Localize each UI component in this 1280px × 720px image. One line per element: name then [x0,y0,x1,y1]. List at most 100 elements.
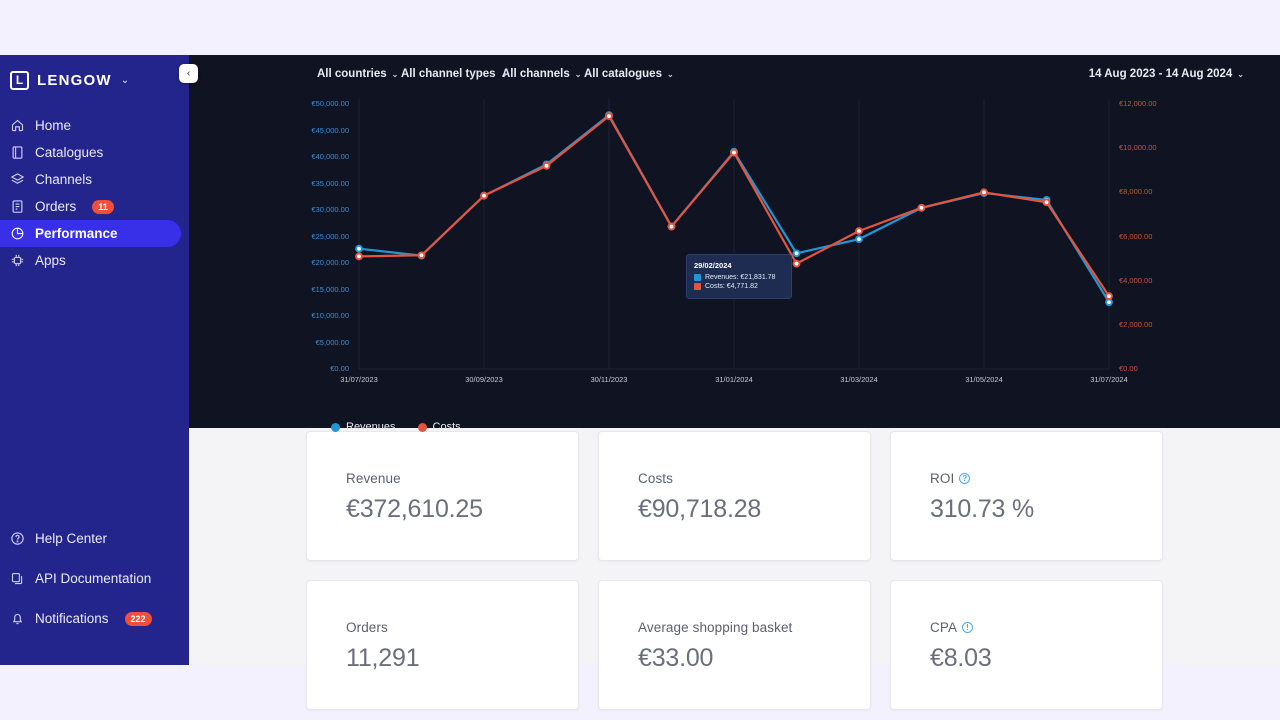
chevron-down-icon[interactable]: ⌄ [121,75,129,86]
y-axis-right-tick: €6,000.00 [1119,231,1153,241]
tooltip-costs-label: Costs: €4,771.82 [705,283,758,290]
legend-swatch-revenues [331,422,340,432]
filter-label: 14 Aug 2023 - 14 Aug 2024 [1088,68,1233,80]
x-axis-tick: 31/07/2024 [1090,375,1128,384]
kpi-value: €33.00 [638,644,714,672]
kpi-label-text: Costs [638,471,674,486]
sidebar: L LENGOW ⌄ Home Catalogues Channels Orde… [0,55,189,665]
home-icon [11,119,24,132]
sidebar-collapse-button[interactable]: ‹ [179,64,198,83]
sidebar-item-label: Performance [35,226,118,241]
legend-label: Revenues [346,421,396,433]
filter-label: All channels [502,68,570,80]
kpi-value: €372,610.25 [346,495,483,523]
status-badge: 11 [92,199,114,214]
filter-label: All countries [317,68,387,80]
chevron-down-icon: ⌄ [574,69,582,79]
y-axis-right-tick: €12,000.00 [1119,99,1157,108]
y-axis-right-tick: €0.00 [1119,364,1138,373]
kpi-card-roi: ROI ? 310.73 % [890,431,1163,561]
help-circle-icon [11,532,24,545]
kpi-value: €8.03 [930,644,992,672]
kpi-label-text: Revenue [346,471,401,486]
y-axis-left-tick: €0.00 [330,364,349,373]
filter-channels[interactable]: All channels ⌄ [502,68,581,80]
brand-logo[interactable]: L LENGOW ⌄ [0,55,189,93]
kpi-label: Costs [638,471,831,486]
x-axis-tick: 30/11/2023 [590,375,628,384]
sidebar-bottom-nav: Help Center API Documentation Notificati… [0,525,189,645]
kpi-label-text: ROI [930,471,955,486]
sidebar-item-api-documentation[interactable]: API Documentation [0,565,181,592]
tooltip-row-revenues: Revenues: €21,831.78 [694,274,784,281]
y-axis-left-tick: €40,000.00 [311,152,349,161]
kpi-card-average-shopping-basket: Average shopping basket €33.00 [598,580,871,710]
kpi-cards-grid: Revenue €372,610.25 Costs €90,718.28 ROI… [306,431,1164,710]
sidebar-item-apps[interactable]: Apps [0,247,181,274]
tooltip-swatch-costs [694,283,701,290]
sidebar-item-notifications[interactable]: Notifications 222 [0,605,181,632]
tooltip-revenues-label: Revenues: €21,831.78 [705,274,776,281]
y-axis-left-tick: €45,000.00 [311,125,349,135]
y-axis-right-tick: €8,000.00 [1119,187,1153,197]
filter-catalogues[interactable]: All catalogues ⌄ [584,68,674,80]
chevron-down-icon: ⌄ [1237,69,1244,79]
x-axis-tick: 31/03/2024 [840,375,878,384]
x-axis-tick: 31/01/2024 [715,375,753,384]
sidebar-item-label: Apps [35,253,66,268]
layers-icon [10,173,25,184]
bell-icon [12,613,23,625]
sidebar-item-catalogues[interactable]: Catalogues [0,139,181,166]
y-axis-left-tick: €30,000.00 [311,205,349,214]
kpi-label: CPA ! [930,620,1123,635]
kpi-card-orders: Orders 11,291 [306,580,579,710]
y-axis-left-tick: €5,000.00 [315,337,349,347]
filter-bar: All countries ⌄ All channel types ⌄ All … [189,55,1280,93]
legend-item-costs[interactable]: Costs [417,421,461,433]
info-icon[interactable]: ! [962,622,974,633]
y-axis-left-tick: €25,000.00 [311,231,349,241]
filter-countries[interactable]: All countries ⌄ [317,68,398,80]
sidebar-item-label: Help Center [35,531,108,546]
filter-channel-types[interactable]: All channel types ⌄ [401,68,507,80]
y-axis-left-tick: €10,000.00 [311,311,349,320]
y-axis-right-tick: €10,000.00 [1119,143,1157,153]
kpi-card-cpa: CPA ! €8.03 [890,580,1163,710]
y-axis-left-tick: €15,000.00 [311,284,349,294]
kpi-label-text: Orders [346,620,388,635]
sidebar-nav: Home Catalogues Channels Orders 11 Perfo… [0,112,189,274]
legend-item-revenues[interactable]: Revenues [331,421,396,433]
chevron-down-icon: ⌄ [666,69,674,79]
sidebar-item-label: Channels [35,172,93,187]
catalogue-icon [12,146,23,159]
tooltip-swatch-revenues [694,274,701,281]
chart-legend: Revenues Costs [331,421,461,433]
sidebar-item-home[interactable]: Home [0,112,181,139]
sidebar-item-label: API Documentation [35,571,152,586]
kpi-label: Orders [346,620,539,635]
filter-label: All channel types [401,68,496,80]
sidebar-item-performance[interactable]: Performance [0,220,181,247]
sidebar-item-help-center[interactable]: Help Center [0,525,181,552]
tooltip-date: 29/02/2024 [694,261,732,270]
docs-icon [11,572,23,585]
tooltip-row-costs: Costs: €4,771.82 [694,283,784,290]
sidebar-item-label: Home [35,118,72,133]
status-badge: 222 [124,611,152,626]
performance-chart-panel: All countries ⌄ All channel types ⌄ All … [189,55,1280,433]
kpi-value: €90,718.28 [638,495,762,523]
kpi-label-text: CPA [930,620,958,635]
kpi-label-text: Average shopping basket [638,620,793,635]
y-axis-left-tick: €20,000.00 [311,258,349,267]
legend-swatch-costs [417,422,427,432]
chart-pie-icon [11,227,24,240]
kpi-card-costs: Costs €90,718.28 [598,431,871,561]
info-icon[interactable]: ? [959,473,971,484]
sidebar-item-orders[interactable]: Orders 11 [0,193,181,220]
kpi-card-revenue: Revenue €372,610.25 [306,431,579,561]
y-axis-right-tick: €2,000.00 [1119,319,1153,329]
sidebar-item-channels[interactable]: Channels [0,166,181,193]
chart-tooltip: 29/02/2024 Revenues: €21,831.78 Costs: €… [686,254,792,299]
kpi-value: 11,291 [346,644,420,672]
filter-date-range[interactable]: 14 Aug 2023 - 14 Aug 2024 ⌄ [1089,68,1244,80]
